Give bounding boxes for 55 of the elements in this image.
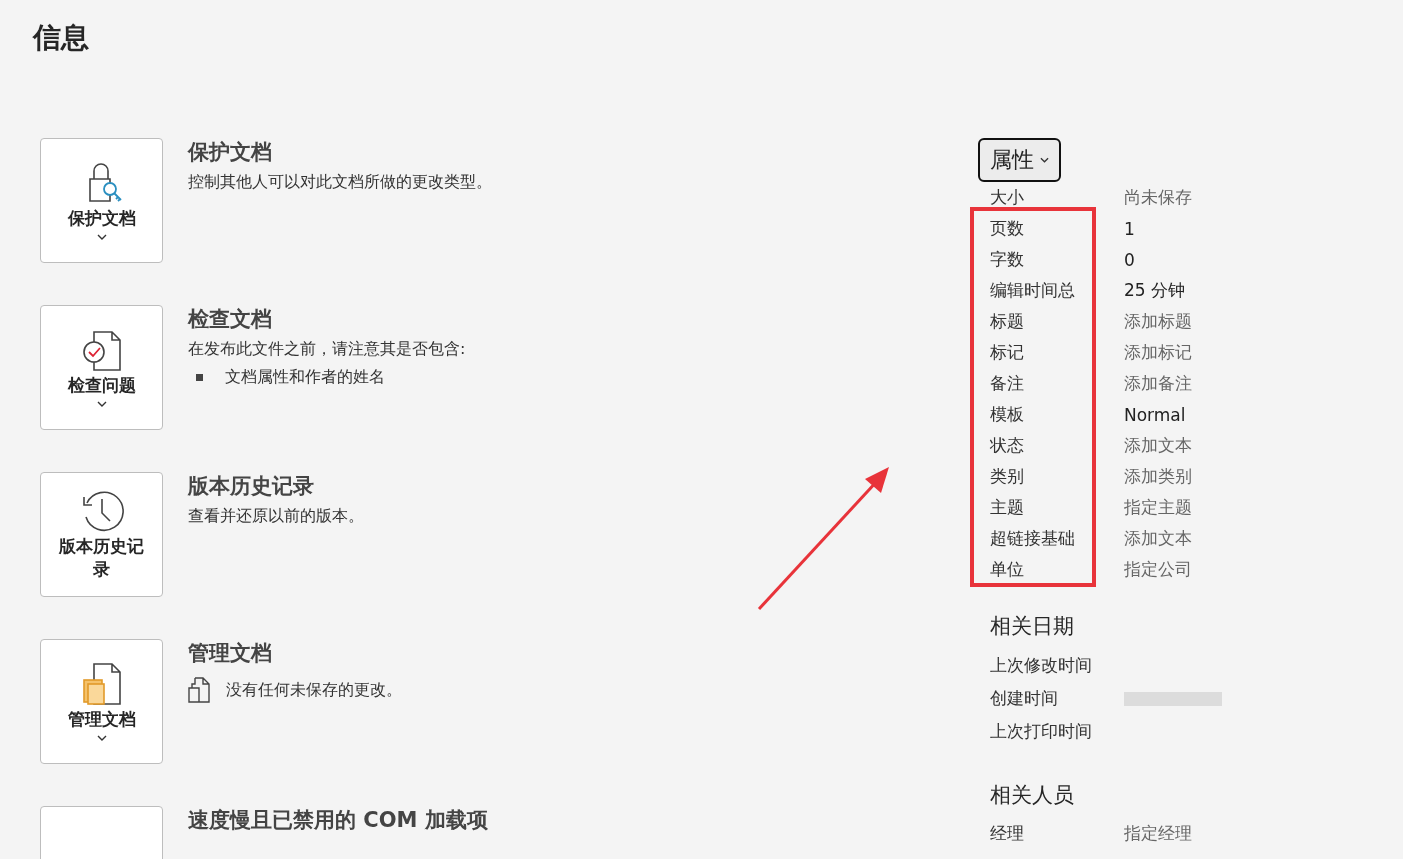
property-value: 0 (1124, 249, 1135, 270)
property-value[interactable]: 指定公司 (1124, 558, 1192, 581)
property-value: 25 分钟 (1124, 279, 1186, 302)
date-label: 上次修改时间 (990, 654, 1093, 677)
document-stack-icon (188, 677, 210, 703)
bullet-icon (196, 373, 203, 381)
property-label: 标题 (990, 310, 1025, 333)
property-label: 主题 (990, 496, 1025, 519)
property-label: 标记 (990, 341, 1025, 364)
property-value[interactable]: 添加标记 (1124, 341, 1192, 364)
property-value: Normal (1124, 404, 1186, 425)
section-description: 查看并还原以前的版本。 (188, 505, 364, 527)
caret-icon (96, 735, 107, 741)
section-description: 在发布此文件之前，请注意其是否包含: (188, 338, 466, 360)
section-title: 管理文档 (188, 640, 272, 667)
caret-icon (96, 234, 107, 240)
person-label: 经理 (990, 822, 1025, 845)
property-label: 模板 (990, 403, 1025, 426)
section-heading: 相关人员 (989, 782, 1075, 809)
property-value[interactable]: 添加标题 (1124, 310, 1192, 333)
property-value[interactable]: 添加类别 (1124, 465, 1192, 488)
section-title: 速度慢且已禁用的 COM 加载项 (188, 807, 488, 834)
section-title: 版本历史记录 (188, 473, 314, 500)
property-label: 类别 (990, 465, 1025, 488)
property-value[interactable]: 添加备注 (1124, 372, 1192, 395)
property-label: 超链接基础 (990, 527, 1076, 550)
section-description: 没有任何未保存的更改。 (226, 679, 402, 701)
page-title: 信息 (31, 20, 90, 56)
property-value[interactable]: 指定主题 (1124, 496, 1192, 519)
property-value[interactable]: 尚未保存 (1124, 186, 1192, 209)
section-button[interactable]: 保护文档 (40, 138, 163, 263)
property-label: 备注 (990, 372, 1025, 395)
property-value[interactable]: 添加文本 (1124, 527, 1192, 550)
property-value[interactable]: 添加文本 (1124, 434, 1192, 457)
date-label: 上次打印时间 (990, 720, 1093, 743)
person-value[interactable]: 指定经理 (1124, 822, 1192, 845)
property-label: 单位 (990, 558, 1025, 581)
property-label: 大小 (990, 186, 1025, 209)
section-title: 保护文档 (188, 139, 272, 166)
properties-dropdown[interactable]: 属性 (978, 138, 1061, 182)
property-label: 页数 (990, 217, 1025, 240)
section-button[interactable]: 检查问题 (40, 305, 163, 430)
caret-icon (96, 401, 107, 407)
section-description: 控制其他人可以对此文档所做的更改类型。 (188, 171, 492, 193)
date-label: 创建时间 (990, 687, 1059, 710)
property-value: 1 (1124, 218, 1135, 239)
bullet-text: 文档属性和作者的姓名 (225, 366, 385, 388)
property-label: 字数 (990, 248, 1025, 271)
section-button[interactable]: 版本历史记录 (40, 472, 163, 597)
section-title: 检查文档 (188, 306, 272, 333)
property-label: 状态 (990, 434, 1025, 457)
section-button[interactable]: 管理文档 (40, 639, 163, 764)
property-label: 编辑时间总 (990, 279, 1076, 302)
caret-icon (1040, 157, 1049, 163)
section-heading: 相关日期 (989, 613, 1075, 640)
